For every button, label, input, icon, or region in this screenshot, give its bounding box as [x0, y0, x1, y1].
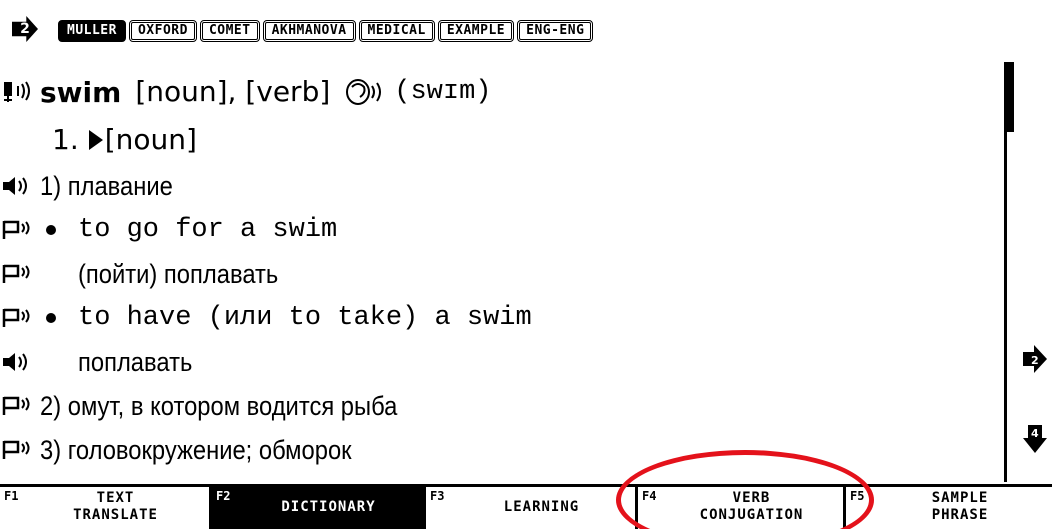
list-item: 1) плавание	[0, 168, 1000, 204]
tab-eng-eng[interactable]: ENG-ENG	[517, 20, 594, 42]
fkey-number: F5	[850, 489, 865, 503]
flag-speaker-icon[interactable]	[0, 212, 40, 248]
headword-line: swim [noun], [verb] (swɪm)	[0, 74, 1000, 110]
bullet-icon	[46, 313, 56, 323]
fkey-label-line: CONJUGATION	[699, 507, 804, 523]
tab-example[interactable]: EXAMPLE	[437, 20, 515, 42]
dictionary-tabs: MULLER OXFORD COMET AKHMANOVA MEDICAL EX…	[58, 20, 594, 42]
section-label: [noun]	[104, 123, 197, 156]
scrollbar[interactable]	[1004, 62, 1016, 482]
list-item: to go for a swim	[0, 212, 1000, 248]
flag-speaker-icon[interactable]	[0, 256, 40, 292]
section-line: 1. [noun]	[52, 122, 1052, 158]
flag-speaker-icon[interactable]	[0, 300, 40, 336]
bullet-icon	[46, 225, 56, 235]
dictionary-bar: 2 MULLER OXFORD COMET AKHMANOVA MEDICAL …	[0, 0, 1052, 60]
example-text: to have (или to take) a swim	[78, 303, 532, 333]
tab-comet[interactable]: COMET	[199, 20, 260, 42]
tab-medical[interactable]: MEDICAL	[358, 20, 435, 42]
translation-text: (пойти) поплавать	[78, 258, 279, 289]
flag-speaker-icon[interactable]	[0, 388, 40, 424]
fkey-label-line: DICTIONARY	[281, 499, 376, 515]
section-arrow-icon	[88, 130, 103, 150]
fkey-label-line: TEXT	[96, 490, 135, 506]
f3-learning-button[interactable]: F3 LEARNING	[426, 487, 638, 529]
tab-akhmanova[interactable]: AKHMANOVA	[262, 20, 356, 42]
dictionary-entry: swim [noun], [verb] (swɪm) 1. [noun] 1) …	[0, 62, 1010, 480]
translation-text: 1) плавание	[40, 170, 173, 201]
next-page-icon[interactable]: 2	[1022, 344, 1048, 378]
speaker-icon[interactable]	[0, 168, 40, 204]
right-arrow-icon[interactable]: 2	[12, 16, 38, 42]
translation-text: 2) омут, в котором водится рыба	[40, 390, 398, 421]
translation-text: 3) головокружение; обморок	[40, 434, 352, 465]
speaker-icon[interactable]	[0, 344, 40, 380]
scroll-down-icon[interactable]: 4	[1022, 424, 1048, 458]
fkey-label-line: TRANSLATE	[73, 507, 158, 523]
fkey-label: VERB CONJUGATION	[666, 490, 837, 524]
tab-muller[interactable]: MULLER	[58, 20, 126, 42]
fkey-label: DICTIONARY	[240, 499, 417, 516]
fkey-number: F3	[430, 489, 445, 503]
function-key-bar: F1 TEXT TRANSLATE F2 DICTIONARY F3 LEARN…	[0, 484, 1052, 529]
nav-badge: 2	[20, 21, 30, 37]
fkey-number: F4	[642, 489, 657, 503]
fkey-label-line: PHRASE	[931, 507, 989, 523]
flag-speaker-icon[interactable]	[0, 432, 40, 468]
tab-oxford[interactable]: OXFORD	[128, 20, 197, 42]
headword: swim	[40, 75, 122, 109]
side-badge-right: 2	[1031, 354, 1039, 367]
example-text: to go for a swim	[78, 215, 338, 245]
pronounce-icon[interactable]	[344, 77, 386, 107]
fkey-number: F2	[216, 489, 231, 503]
f2-dictionary-button[interactable]: F2 DICTIONARY	[212, 487, 426, 529]
list-item: (пойти) поплавать	[0, 256, 1000, 292]
fkey-label: TEXT TRANSLATE	[28, 490, 203, 524]
side-badge-down: 4	[1031, 427, 1039, 440]
fkey-label: SAMPLE PHRASE	[874, 490, 1046, 524]
f1-text-translate-button[interactable]: F1 TEXT TRANSLATE	[0, 487, 212, 529]
fkey-label-line: VERB	[732, 490, 771, 506]
parts-of-speech: [noun], [verb]	[135, 75, 331, 108]
f5-sample-phrase-button[interactable]: F5 SAMPLE PHRASE	[846, 487, 1052, 529]
speaker-icon[interactable]	[0, 74, 40, 110]
f4-verb-conjugation-button[interactable]: F4 VERB CONJUGATION	[638, 487, 846, 529]
fkey-label: LEARNING	[454, 499, 629, 516]
translation-text: поплавать	[78, 346, 193, 377]
transcription: (swɪm)	[394, 77, 492, 107]
fkey-number: F1	[4, 489, 19, 503]
list-item: to have (или to take) a swim	[0, 300, 1000, 336]
list-item: 3) головокружение; обморок	[0, 432, 1000, 468]
section-number: 1.	[52, 123, 79, 156]
fkey-label-line: SAMPLE	[931, 490, 989, 506]
fkey-label-line: LEARNING	[503, 499, 580, 515]
list-item: поплавать	[0, 344, 1000, 380]
list-item: 2) омут, в котором водится рыба	[0, 388, 1000, 424]
scroll-thumb[interactable]	[1004, 62, 1014, 132]
